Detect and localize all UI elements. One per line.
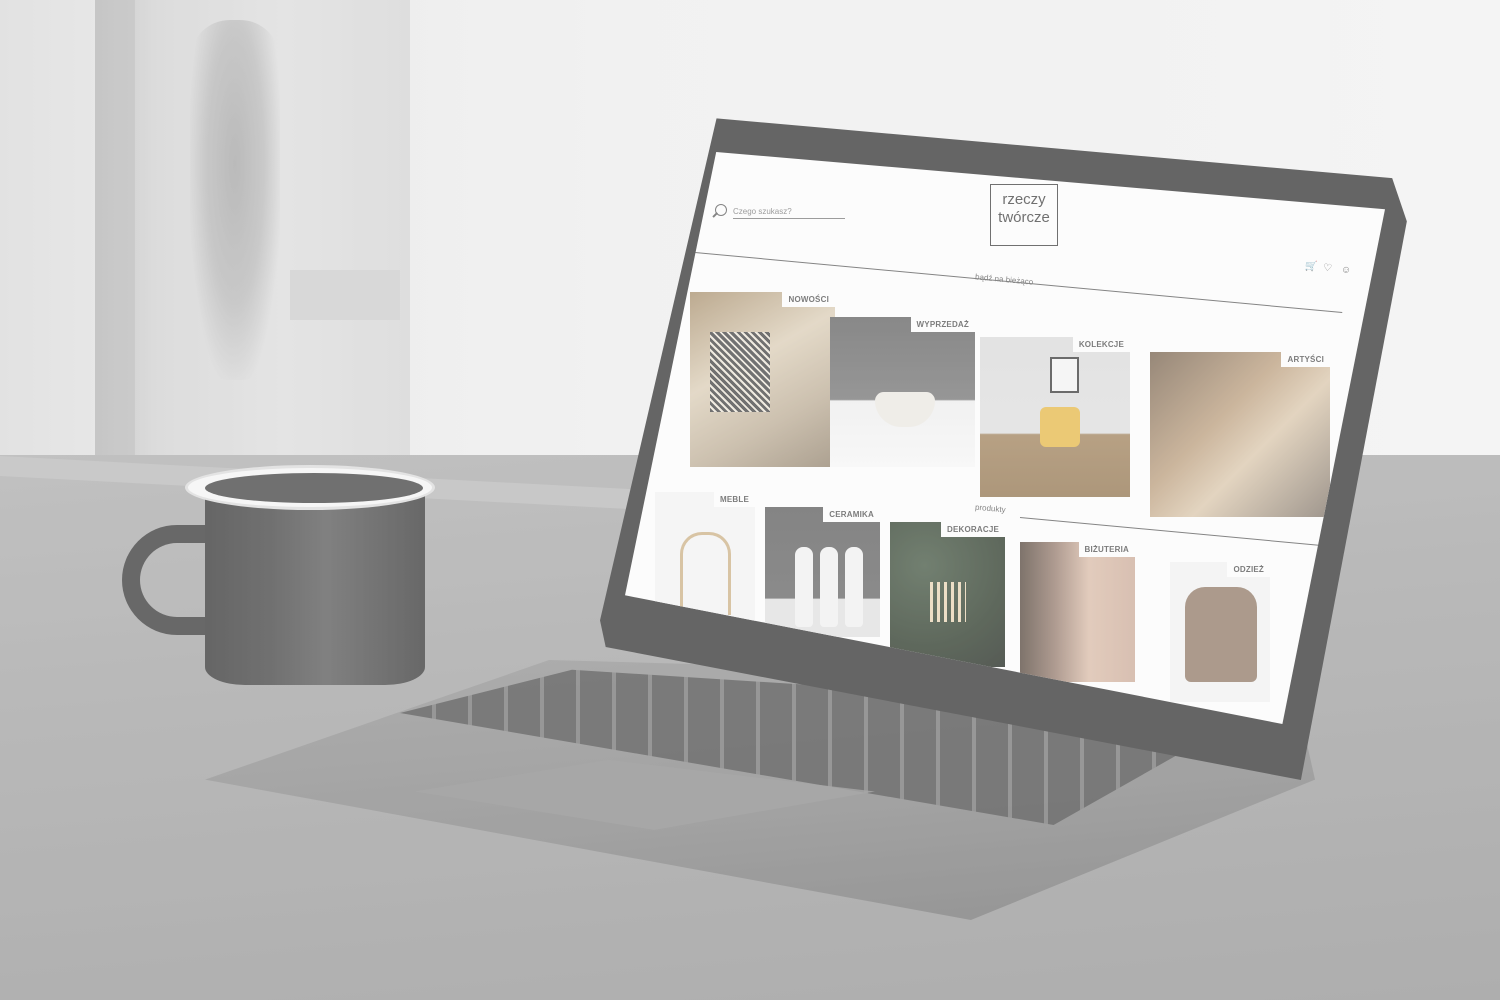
tile-label: DEKORACJE [940, 522, 1005, 537]
tile-wyprzedaz[interactable]: WYPRZEDAŻ [830, 317, 975, 467]
tile-label: NOWOŚCI [782, 292, 835, 307]
heart-icon[interactable]: ♡ [1323, 263, 1334, 275]
tile-label: BIŻUTERIA [1078, 542, 1135, 557]
tile-image [680, 532, 731, 615]
tile-image [795, 547, 813, 627]
site-logo[interactable]: rzeczy twórcze [990, 184, 1058, 246]
logo-line-1: rzeczy [1002, 191, 1046, 208]
tile-image [1040, 407, 1080, 447]
tile-nowosci[interactable]: NOWOŚCI [690, 292, 835, 467]
tagline: bądź na bieżąco [974, 272, 1034, 287]
tile-image [1185, 587, 1257, 682]
tile-image [1050, 357, 1079, 393]
mug-body [205, 485, 425, 685]
tile-bizuteria[interactable]: BIŻUTERIA [1020, 542, 1135, 682]
tile-image [845, 547, 863, 627]
tile-dekoracje[interactable]: DEKORACJE [890, 522, 1005, 667]
tile-artysci[interactable]: ARTYŚCI [1150, 352, 1330, 517]
cart-icon[interactable]: 🛒 [1305, 261, 1318, 273]
tile-label: MEBLE [714, 492, 755, 507]
tile-odziez[interactable]: ODZIEŻ [1170, 562, 1270, 702]
background-shelf [290, 270, 400, 320]
user-icon[interactable]: ☺ [1340, 264, 1351, 276]
tile-label: CERAMIKA [823, 507, 880, 522]
header-icons: 🛒 ♡ ☺ [1305, 261, 1352, 276]
mug [122, 465, 435, 695]
mug-inside [205, 473, 423, 503]
tile-label: ARTYŚCI [1281, 352, 1330, 367]
tile-label: WYPRZEDAŻ [910, 317, 975, 332]
door-frame [95, 0, 135, 470]
tile-label: KOLEKCJE [1072, 337, 1130, 352]
search-bar[interactable] [715, 204, 845, 224]
tile-ceramika[interactable]: CERAMIKA [765, 507, 880, 637]
background-plant [190, 20, 280, 380]
tile-image [820, 547, 838, 627]
tile-image [875, 392, 935, 427]
tile-image [930, 582, 966, 622]
section-title-products: produkty [974, 502, 1007, 515]
tile-kolekcje[interactable]: KOLEKCJE [980, 337, 1130, 497]
search-icon[interactable] [715, 204, 727, 216]
search-input[interactable] [733, 204, 845, 219]
tile-image [710, 332, 770, 412]
logo-line-2: twórcze [998, 209, 1050, 226]
tile-label: ODZIEŻ [1227, 562, 1270, 577]
